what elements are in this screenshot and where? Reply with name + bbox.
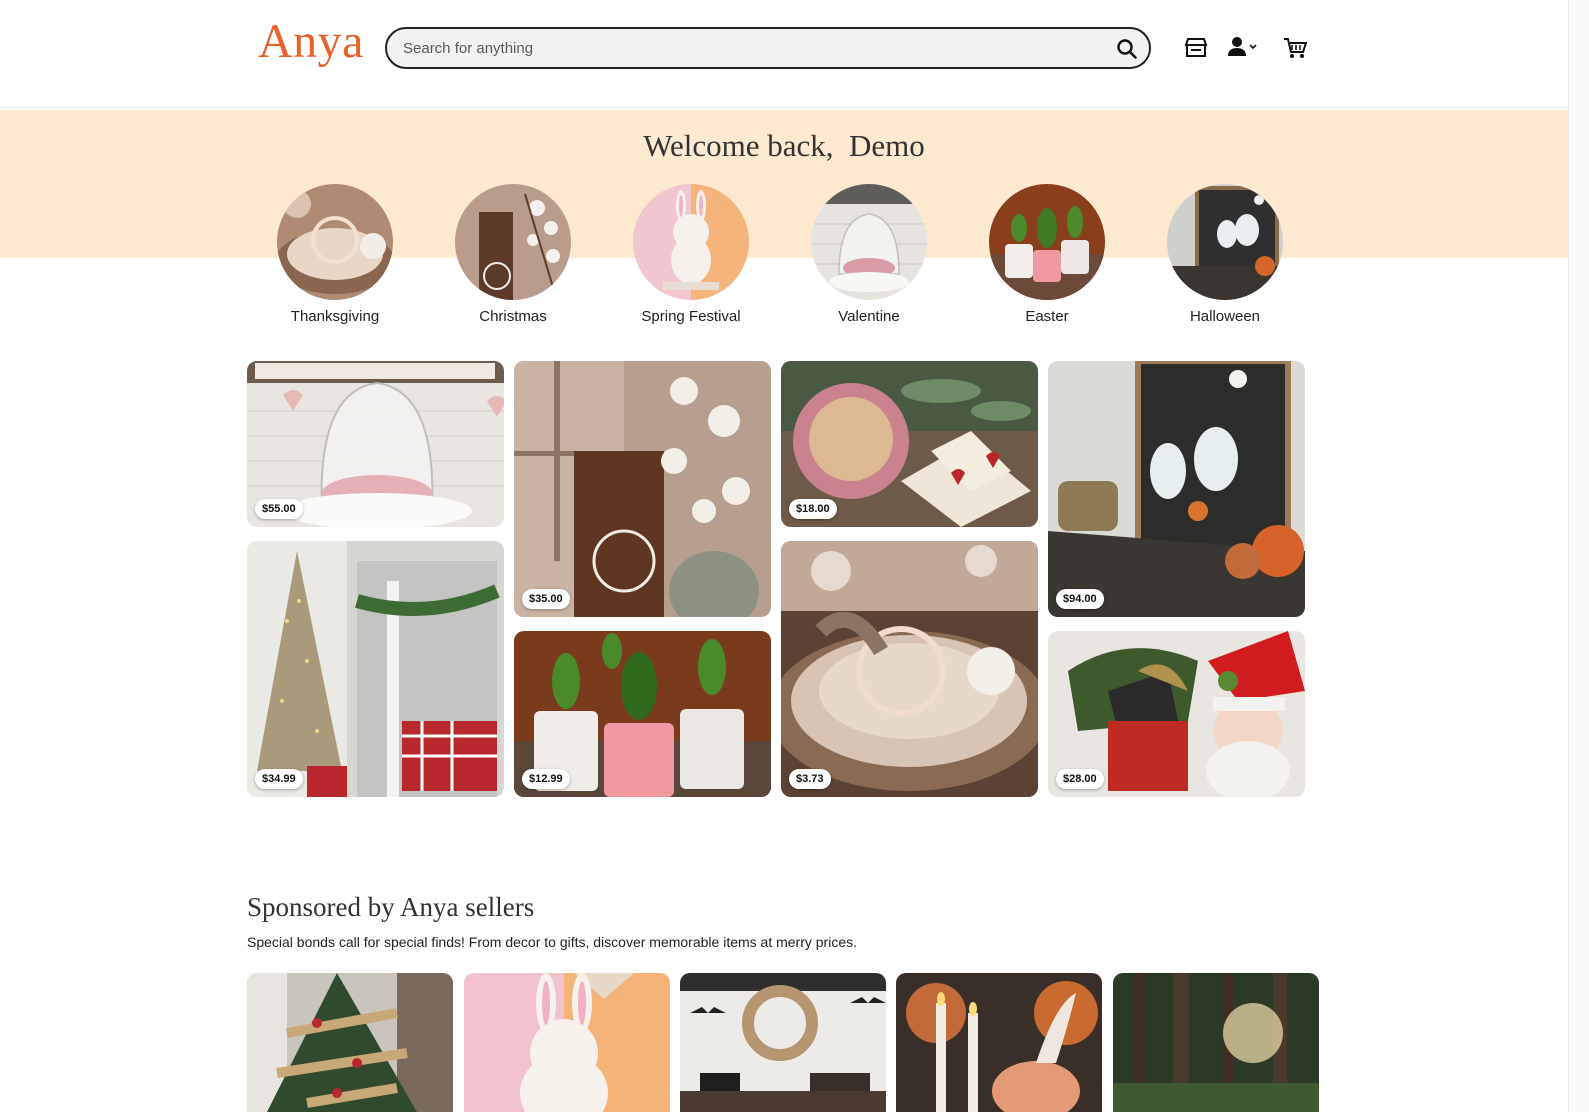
logo[interactable]: Anya [258, 14, 364, 69]
price-badge: $55.00 [255, 499, 303, 519]
product-tile[interactable]: $3.73 [781, 541, 1038, 797]
product-image [1048, 361, 1305, 617]
category-label: Halloween [1189, 308, 1261, 325]
category-label: Spring Festival [641, 308, 741, 325]
category-image [277, 184, 393, 300]
welcome-greeting: Welcome back, [643, 128, 834, 163]
category-thanksgiving[interactable]: Thanksgiving [245, 184, 425, 325]
sponsored-subtitle: Special bonds call for special finds! Fr… [247, 934, 858, 950]
price-badge: $35.00 [522, 589, 570, 609]
product-tile[interactable]: $35.00 [514, 361, 771, 617]
search-input[interactable] [403, 29, 1093, 67]
product-tile[interactable]: $55.00 [247, 361, 504, 527]
category-image [1167, 184, 1283, 300]
category-label: Christmas [479, 308, 547, 325]
price-badge: $94.00 [1056, 589, 1104, 609]
product-tile[interactable]: $34.99 [247, 541, 504, 797]
category-label: Thanksgiving [290, 308, 380, 325]
user-menu[interactable] [1226, 34, 1260, 62]
product-tile[interactable]: $18.00 [781, 361, 1038, 527]
sponsored-image [1113, 973, 1319, 1112]
user-icon [1228, 37, 1257, 56]
product-tile[interactable]: $94.00 [1048, 361, 1305, 617]
price-badge: $28.00 [1056, 769, 1104, 789]
sponsored-item[interactable] [680, 973, 886, 1112]
scrollbar[interactable] [1568, 0, 1589, 1112]
product-image [247, 541, 504, 797]
category-christmas[interactable]: Christmas [423, 184, 603, 325]
sponsored-title: Sponsored by Anya sellers [247, 892, 535, 922]
welcome-username: Demo [849, 128, 925, 163]
sponsored-item[interactable] [896, 973, 1102, 1112]
shop-icon[interactable] [1182, 34, 1210, 62]
product-image [781, 541, 1038, 797]
cart-icon[interactable] [1281, 34, 1309, 62]
search-bar [385, 27, 1151, 69]
sponsored-image [464, 973, 670, 1112]
category-spring-festival[interactable]: Spring Festival [601, 184, 781, 325]
site-header: Anya [0, 0, 1589, 108]
product-tile[interactable]: $12.99 [514, 631, 771, 797]
category-halloween[interactable]: Halloween [1135, 184, 1315, 325]
category-image [811, 184, 927, 300]
sponsored-item[interactable] [464, 973, 670, 1112]
category-valentine[interactable]: Valentine [779, 184, 959, 325]
price-badge: $12.99 [522, 769, 570, 789]
product-tile[interactable]: $28.00 [1048, 631, 1305, 797]
sponsored-image [247, 973, 453, 1112]
category-label: Easter [1025, 308, 1069, 325]
sponsored-image [896, 973, 1102, 1112]
product-image [514, 361, 771, 617]
price-badge: $34.99 [255, 769, 303, 789]
search-icon[interactable] [1115, 37, 1139, 61]
category-image [455, 184, 571, 300]
welcome-heading: Welcome back, Demo [0, 128, 1568, 164]
category-easter[interactable]: Easter [957, 184, 1137, 325]
category-image [633, 184, 749, 300]
category-image [989, 184, 1105, 300]
price-badge: $18.00 [789, 499, 837, 519]
sponsored-item[interactable] [247, 973, 453, 1112]
price-badge: $3.73 [789, 769, 831, 789]
sponsored-item[interactable] [1113, 973, 1319, 1112]
sponsored-image [680, 973, 886, 1112]
category-label: Valentine [838, 308, 900, 325]
